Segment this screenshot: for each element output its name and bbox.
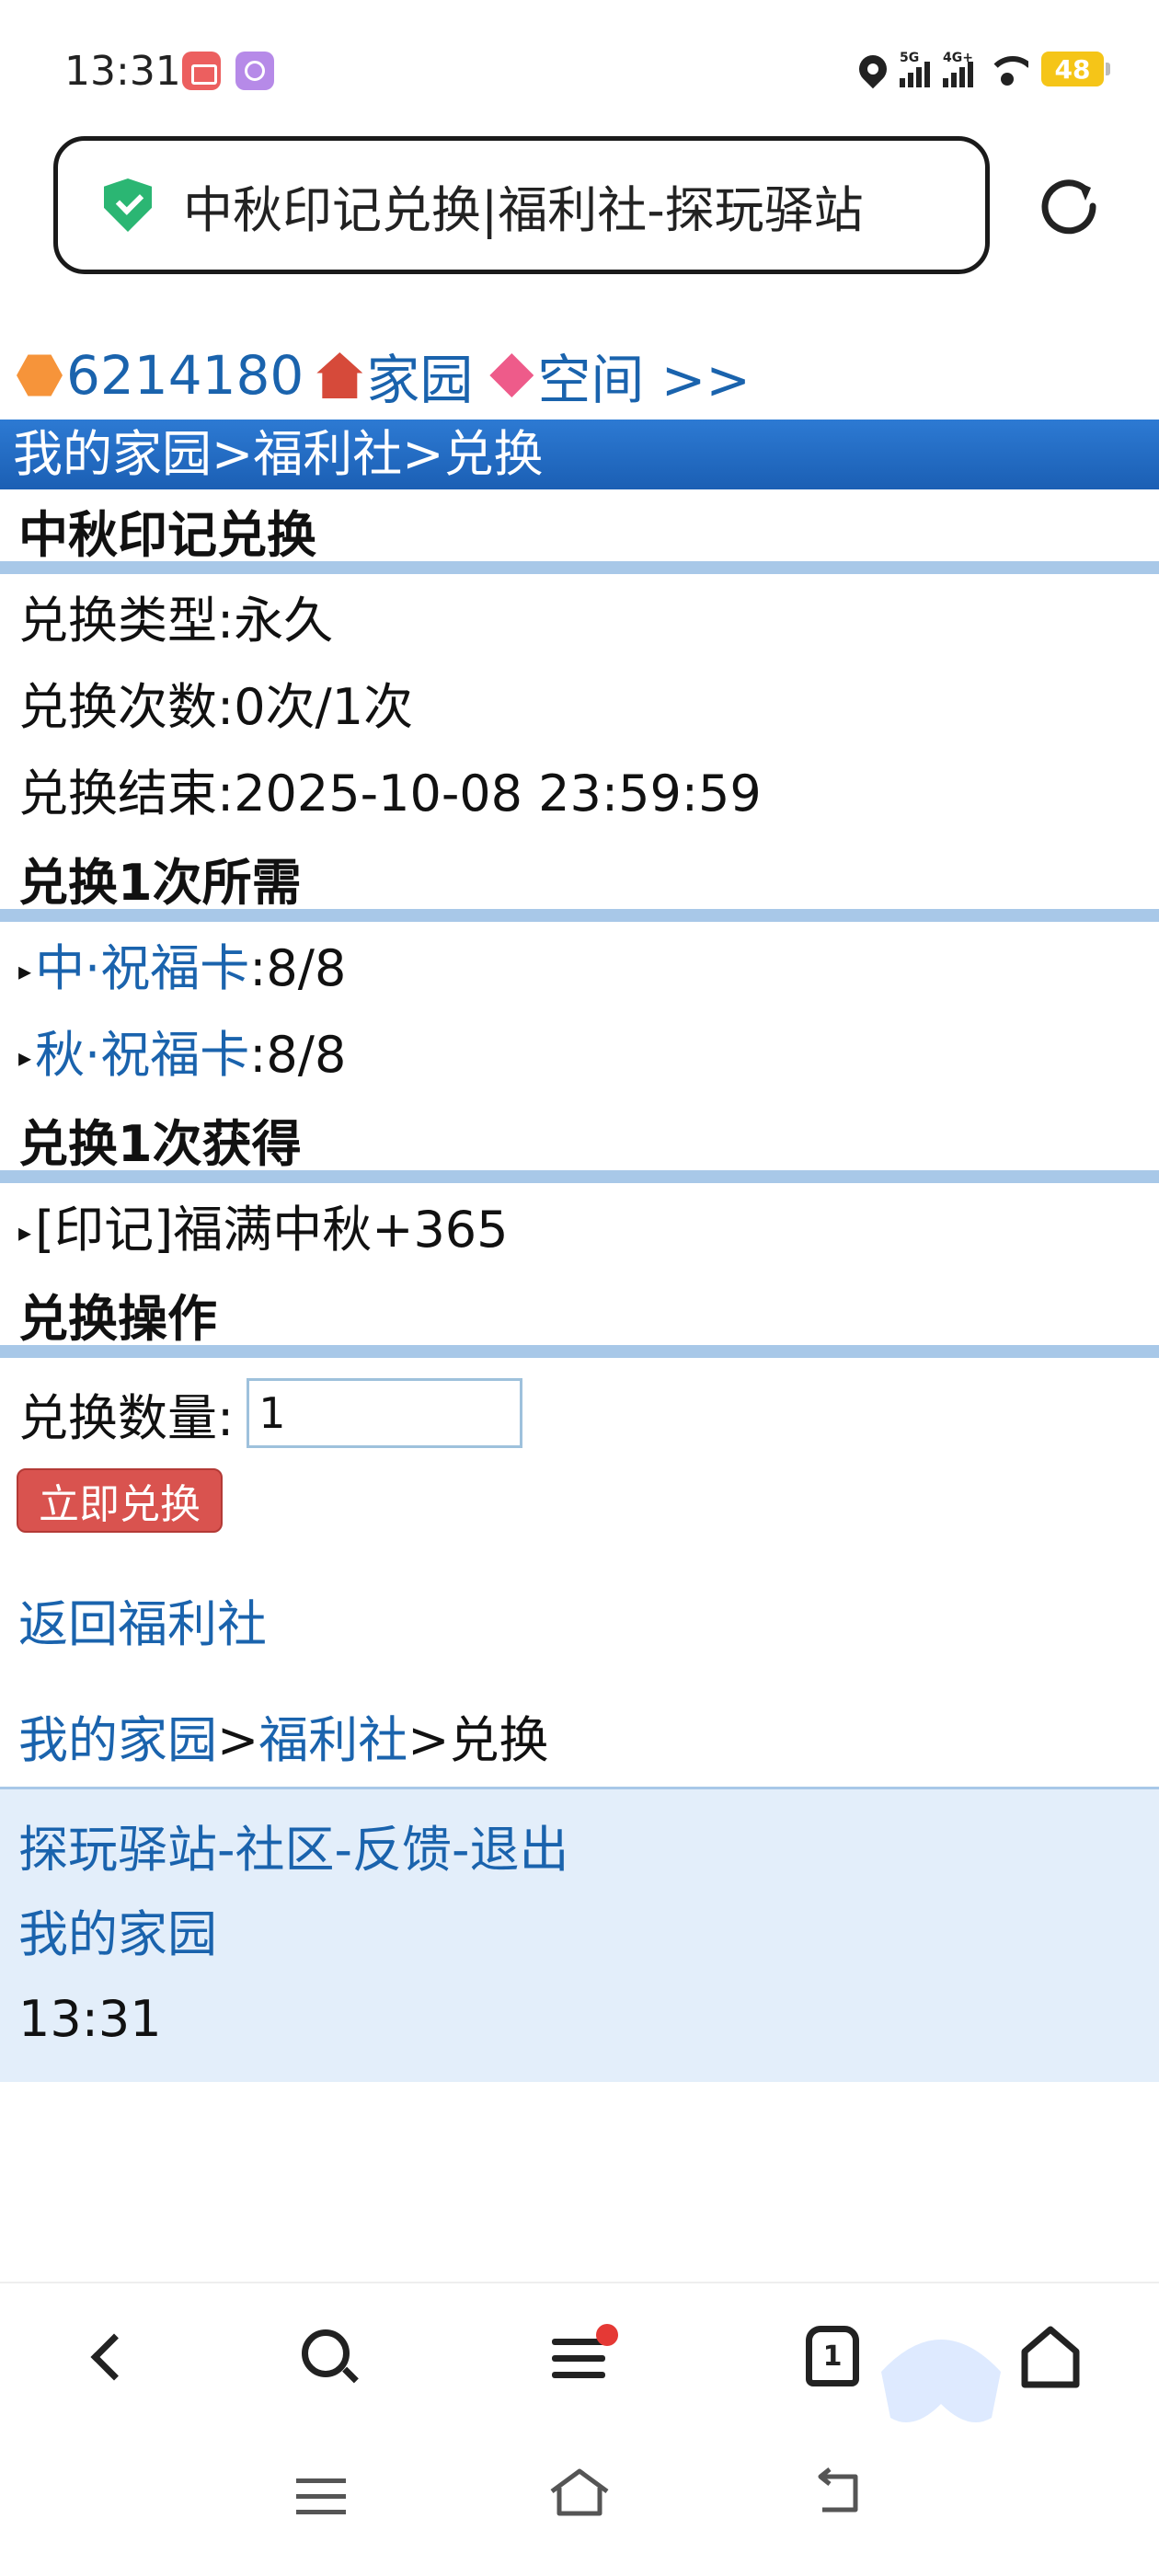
nav-title-bar: 我的家园>福利社>兑换: [0, 420, 1159, 489]
footer-community-link[interactable]: 社区: [235, 1821, 335, 1879]
calendar-app-icon: [182, 52, 221, 90]
bullet-triangle-icon: ▸: [18, 1217, 32, 1248]
wifi-icon: [986, 52, 1028, 86]
exchange-type: 兑换类型:永久: [18, 592, 334, 650]
quantity-label: 兑换数量:: [18, 1388, 235, 1447]
chevron-left-icon: [90, 2333, 138, 2381]
signal-5g-icon: 5G: [900, 51, 930, 87]
recent-apps-button[interactable]: [296, 2478, 346, 2525]
requirement-item-link[interactable]: 秋·祝福卡: [35, 1026, 249, 1084]
breadcrumb-separator: >: [217, 1711, 259, 1769]
exchange-count: 兑换次数:0次/1次: [18, 678, 414, 736]
requirement-item-link[interactable]: 中·祝福卡: [35, 939, 249, 997]
menu-button[interactable]: [543, 2320, 618, 2394]
footer: 探玩驿站-社区-反馈-退出 我的家园 13:31: [0, 1787, 1159, 2082]
footer-logout-link[interactable]: 退出: [470, 1821, 569, 1879]
reload-icon[interactable]: [1038, 175, 1100, 237]
bullet-triangle-icon: ▸: [18, 956, 32, 987]
footer-home-row: 我的家园: [18, 1892, 1159, 1977]
system-back-button[interactable]: [809, 2467, 865, 2519]
home-icon: [1021, 2326, 1080, 2388]
quantity-input[interactable]: [247, 1378, 523, 1448]
requirements-heading: 兑换1次所需: [0, 837, 1159, 922]
home-button[interactable]: [1014, 2320, 1087, 2394]
list-item: ▸秋·祝福卡:8/8: [0, 1012, 1159, 1098]
address-bar[interactable]: 中秋印记兑换|福利社-探玩驿站: [53, 136, 990, 274]
footer-separator: -: [452, 1821, 470, 1879]
secure-shield-icon: [104, 178, 152, 232]
status-time: 13:31: [64, 48, 181, 95]
footer-time: 13:31: [18, 1990, 162, 2048]
tabs-icon: 1: [806, 2326, 859, 2386]
breadcrumb-welfare-link[interactable]: 福利社: [258, 1711, 407, 1769]
quantity-row: 兑换数量:: [0, 1358, 1159, 1468]
exchange-heading: 中秋印记兑换: [0, 489, 1159, 574]
breadcrumb-current: 兑换: [449, 1711, 549, 1769]
search-icon-handle: [342, 2366, 359, 2384]
signal-4g-icon: 4G+: [943, 51, 973, 87]
signal-4g-label: 4G+: [943, 51, 973, 65]
page-content: 6214180 家园 空间 >> 我的家园>福利社>兑换 中秋印记兑换 兑换类型…: [0, 331, 1159, 2082]
house-icon: [316, 352, 363, 398]
operation-heading: 兑换操作: [0, 1273, 1159, 1358]
submit-wrap: 立即兑换: [0, 1468, 1159, 1542]
space-link[interactable]: 空间 >>: [537, 337, 751, 414]
footer-links-row: 探玩驿站-社区-反馈-退出: [18, 1808, 1159, 1892]
footer-my-home-link[interactable]: 我的家园: [18, 1905, 217, 1963]
status-bar: 13:31 5G 4G+ 48: [0, 0, 1159, 138]
app-notification-icon: [235, 52, 274, 90]
list-item: ▸[印记]福满中秋+365: [0, 1187, 1159, 1273]
footer-separator: -: [334, 1821, 353, 1879]
battery-icon: 48: [1041, 52, 1110, 86]
breadcrumb-home-link[interactable]: 我的家园: [18, 1711, 217, 1769]
top-links: 6214180 家园 空间 >>: [0, 331, 1159, 420]
requirement-qty: :8/8: [249, 1026, 347, 1084]
breadcrumb: 我的家园>福利社>兑换: [0, 1704, 1159, 1777]
rewards-heading: 兑换1次获得: [0, 1098, 1159, 1183]
home-link[interactable]: 家园: [366, 337, 473, 414]
back-to-welfare-link[interactable]: 返回福利社: [18, 1595, 267, 1653]
breadcrumb-separator: >: [407, 1711, 450, 1769]
back-to-welfare: 返回福利社: [0, 1588, 1159, 1662]
footer-site-link[interactable]: 探玩驿站: [18, 1821, 217, 1879]
exchange-end-time: 兑换结束:2025-10-08 23:59:59: [18, 765, 762, 822]
page-title-url: 中秋印记兑换|福利社-探玩驿站: [183, 180, 864, 239]
floating-glasses-icon[interactable]: [872, 2317, 1010, 2436]
space-icon: [489, 353, 534, 397]
footer-feedback-link[interactable]: 反馈: [352, 1821, 452, 1879]
exchange-now-button[interactable]: 立即兑换: [17, 1468, 223, 1533]
bullet-triangle-icon: ▸: [18, 1042, 32, 1074]
signal-5g-label: 5G: [900, 51, 920, 65]
search-button[interactable]: [291, 2320, 364, 2394]
requirement-qty: :8/8: [249, 939, 347, 997]
system-home-button[interactable]: [546, 2466, 613, 2521]
location-icon: [853, 49, 893, 89]
user-id-link[interactable]: 6214180: [66, 344, 304, 407]
notification-dot: [596, 2324, 618, 2346]
tabs-button[interactable]: 1: [797, 2320, 870, 2394]
footer-separator: -: [217, 1821, 235, 1879]
system-nav-bar: [0, 2438, 1159, 2576]
reward-item: [印记]福满中秋+365: [35, 1201, 509, 1259]
status-icons: 5G 4G+ 48: [853, 46, 1110, 92]
back-button[interactable]: [74, 2320, 147, 2394]
coin-icon: [17, 354, 63, 397]
list-item: ▸中·祝福卡:8/8: [0, 926, 1159, 1012]
